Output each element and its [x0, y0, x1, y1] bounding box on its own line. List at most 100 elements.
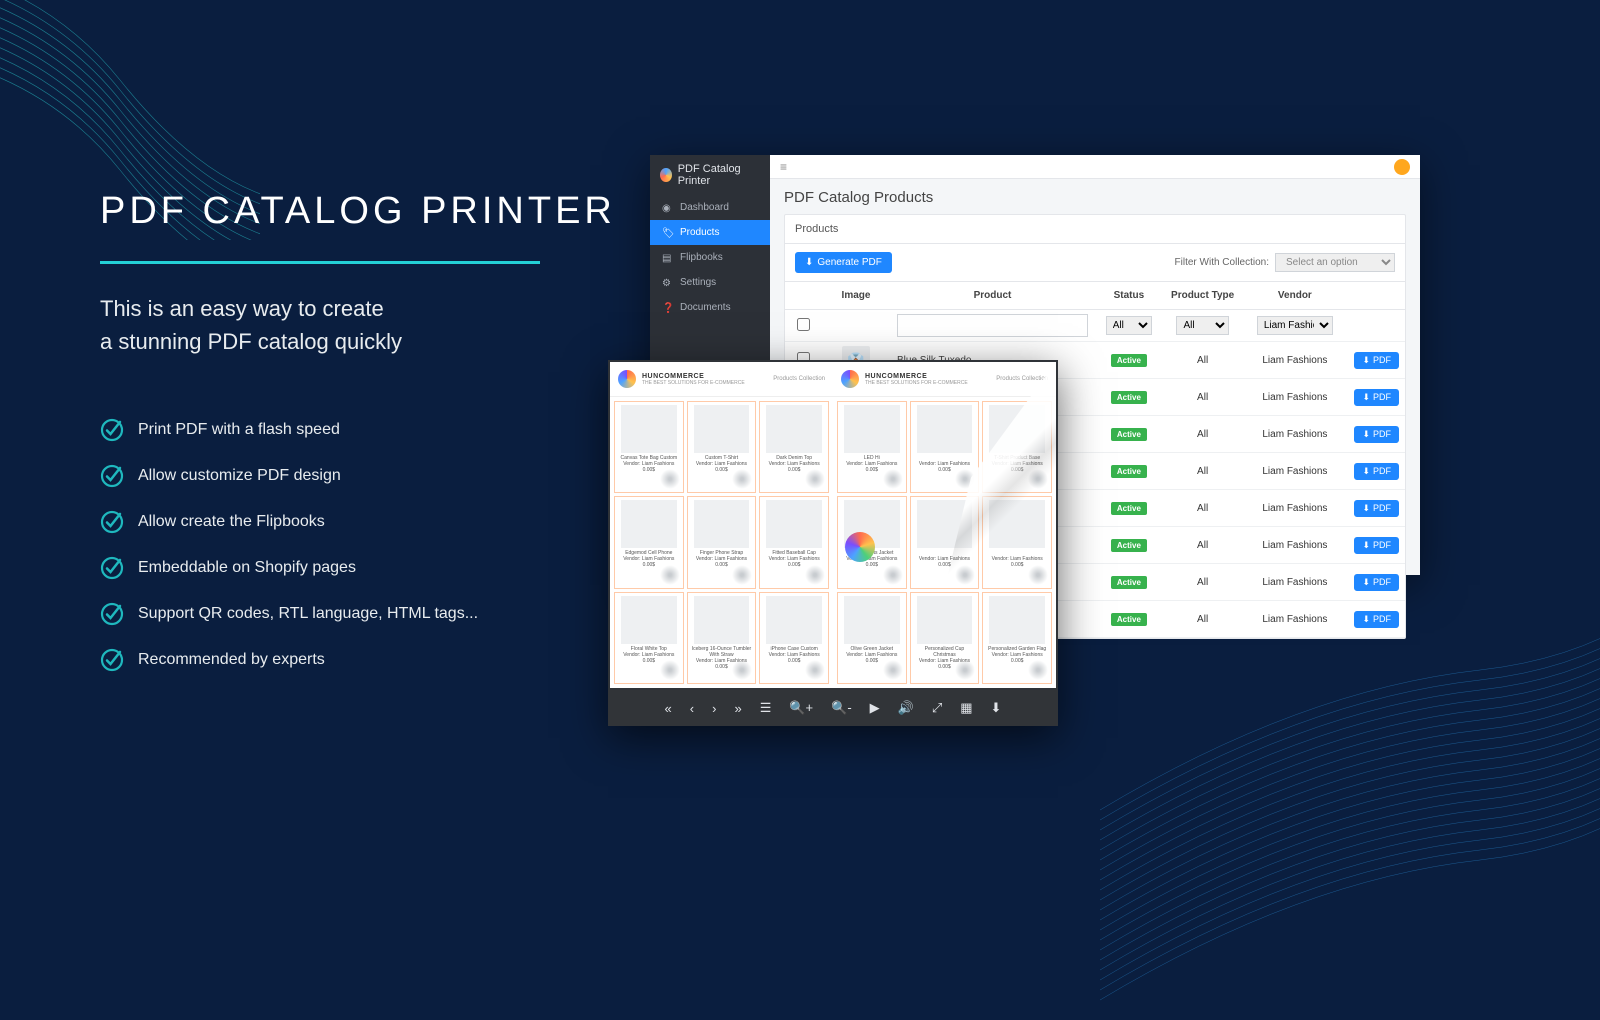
- row-pdf-button[interactable]: ⬇PDF: [1354, 611, 1399, 628]
- row-pdf-button[interactable]: ⬇PDF: [1354, 352, 1399, 369]
- product-type: All: [1164, 379, 1241, 416]
- row-pdf-button[interactable]: ⬇PDF: [1354, 463, 1399, 480]
- catalog-cell: Fitted Baseball CapVendor: Liam Fashions…: [759, 496, 829, 588]
- flipbook-preview: HUNCOMMERCE THE BEST SOLUTIONS FOR E-COM…: [608, 360, 1058, 726]
- column-header: [785, 282, 821, 310]
- product-type: All: [1164, 601, 1241, 638]
- dash-icon: ◉: [662, 203, 672, 213]
- next-page-icon[interactable]: ›: [712, 701, 716, 716]
- topbar: ≡: [770, 155, 1420, 179]
- row-pdf-button[interactable]: ⬇PDF: [1354, 389, 1399, 406]
- row-pdf-button[interactable]: ⬇PDF: [1354, 574, 1399, 591]
- blur-mark: [955, 660, 975, 680]
- catalog-cell: Custom T-ShirtVendor: Liam Fashions0.00$: [687, 401, 757, 493]
- blur-mark: [955, 469, 975, 489]
- download-icon: ⬇: [1362, 355, 1370, 366]
- brand: PDF Catalog Printer: [650, 155, 770, 195]
- catalog-cell: Vendor: Liam Fashions0.00$: [910, 401, 980, 493]
- hero: PDF CATALOG PRINTER This is an easy way …: [100, 190, 616, 694]
- last-page-icon[interactable]: »: [734, 701, 741, 716]
- vendor-name: Liam Fashions: [1241, 527, 1348, 564]
- vendor-name: Liam Fashions: [1241, 416, 1348, 453]
- column-header: Image: [821, 282, 891, 310]
- first-page-icon[interactable]: «: [665, 701, 672, 716]
- thumbnails-icon[interactable]: ▦: [960, 700, 972, 716]
- sidebar-item-settings[interactable]: ⚙Settings: [650, 270, 770, 295]
- user-avatar[interactable]: [1394, 159, 1410, 175]
- check-icon: [100, 556, 124, 580]
- sidebar-item-products[interactable]: 🏷Products: [650, 220, 770, 245]
- sidebar-item-label: Flipbooks: [680, 252, 723, 263]
- flipbook-center-logo-icon: [845, 532, 875, 562]
- status-badge: Active: [1111, 502, 1147, 515]
- blur-mark: [660, 469, 680, 489]
- check-icon: [100, 602, 124, 626]
- tag-icon: 🏷: [662, 228, 672, 238]
- row-pdf-button[interactable]: ⬇PDF: [1354, 537, 1399, 554]
- status-filter-select[interactable]: All: [1106, 316, 1152, 335]
- blur-mark: [732, 660, 752, 680]
- prev-page-icon[interactable]: ‹: [690, 701, 694, 716]
- toc-icon[interactable]: ☰: [760, 700, 772, 716]
- catalog-cell: iPhone Case CustomVendor: Liam Fashions0…: [759, 592, 829, 684]
- generate-pdf-button[interactable]: ⬇ Generate PDF: [795, 252, 892, 273]
- blur-mark: [883, 660, 903, 680]
- select-all-checkbox[interactable]: [797, 318, 810, 331]
- gear-icon: ⚙: [662, 278, 672, 288]
- zoom-in-icon[interactable]: 🔍+: [789, 700, 813, 716]
- row-pdf-button[interactable]: ⬇PDF: [1354, 426, 1399, 443]
- brand-label: PDF Catalog Printer: [678, 163, 760, 187]
- catalog-thumb: [694, 596, 750, 644]
- download-icon[interactable]: ⬇: [991, 700, 1002, 716]
- hero-title: PDF CATALOG PRINTER: [100, 190, 616, 233]
- catalog-thumb: [917, 500, 973, 548]
- feature-item: Support QR codes, RTL language, HTML tag…: [100, 602, 616, 626]
- panel-title: Products: [785, 215, 1405, 244]
- blur-mark: [883, 469, 903, 489]
- column-header: Status: [1094, 282, 1164, 310]
- catalog-cell: Personalized Cup ChristmasVendor: Liam F…: [910, 592, 980, 684]
- hero-rule: [100, 261, 540, 264]
- play-icon[interactable]: ▶: [870, 700, 880, 716]
- menu-toggle-icon[interactable]: ≡: [780, 160, 787, 174]
- feature-label: Embeddable on Shopify pages: [138, 559, 356, 577]
- flipbook-logo-icon: [841, 370, 859, 388]
- catalog-thumb: [766, 405, 821, 453]
- brand-logo-icon: [660, 168, 672, 182]
- filter-collection-select[interactable]: Select an option: [1275, 253, 1395, 272]
- feature-item: Allow customize PDF design: [100, 464, 616, 488]
- flipbook-collection-label: Products Collection: [773, 376, 825, 382]
- sidebar-item-dashboard[interactable]: ◉Dashboard: [650, 195, 770, 220]
- download-icon: ⬇: [1362, 503, 1370, 514]
- product-type: All: [1164, 490, 1241, 527]
- sidebar-item-flipbooks[interactable]: ▤Flipbooks: [650, 245, 770, 270]
- download-icon: ⬇: [1362, 540, 1370, 551]
- catalog-cell: Edgemod Cell PhoneVendor: Liam Fashions0…: [614, 496, 684, 588]
- row-pdf-button[interactable]: ⬇PDF: [1354, 500, 1399, 517]
- vendor-name: Liam Fashions: [1241, 564, 1348, 601]
- feature-list: Print PDF with a flash speed Allow custom…: [100, 418, 616, 672]
- fullscreen-icon[interactable]: ⤢: [932, 700, 942, 716]
- product-search-input[interactable]: [897, 314, 1088, 337]
- type-filter-select[interactable]: All: [1176, 316, 1228, 335]
- blur-mark: [805, 660, 825, 680]
- flipbook-tag: THE BEST SOLUTIONS FOR E-COMMERCE: [642, 380, 745, 386]
- sidebar-item-documents[interactable]: ❓Documents: [650, 295, 770, 320]
- blur-mark: [955, 565, 975, 585]
- catalog-thumb: [989, 596, 1044, 644]
- product-type: All: [1164, 342, 1241, 379]
- catalog-thumb: [621, 500, 676, 548]
- flipbook-brand: HUNCOMMERCE: [865, 373, 968, 380]
- product-type: All: [1164, 453, 1241, 490]
- generate-pdf-label: Generate PDF: [817, 257, 881, 268]
- vendor-filter-select[interactable]: Liam Fashions: [1257, 316, 1333, 335]
- download-icon: ⬇: [1362, 429, 1370, 440]
- catalog-cell: Finger Phone StrapVendor: Liam Fashions0…: [687, 496, 757, 588]
- column-header: Product: [891, 282, 1094, 310]
- sound-icon[interactable]: 🔊: [898, 700, 914, 716]
- feature-label: Print PDF with a flash speed: [138, 421, 340, 439]
- zoom-out-icon[interactable]: 🔍-: [831, 700, 852, 716]
- catalog-thumb: [989, 500, 1044, 548]
- catalog-cell: Canvas Tote Bag CustomVendor: Liam Fashi…: [614, 401, 684, 493]
- catalog-cell: Personalized Garden FlagVendor: Liam Fas…: [982, 592, 1052, 684]
